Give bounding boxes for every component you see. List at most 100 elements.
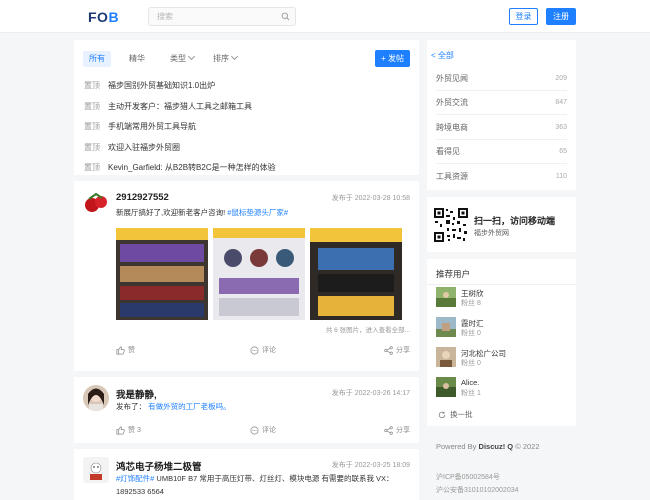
powered-prefix: Powered By (436, 442, 477, 451)
category-count: 209 (555, 75, 567, 82)
category-item[interactable]: 看得见 65 (436, 140, 567, 164)
category-item[interactable]: 外贸交流 847 (436, 91, 567, 115)
pinned-title[interactable]: 主动开发客户：福步猎人工具之邮箱工具 (108, 102, 252, 111)
comment-button[interactable]: 评论 (250, 345, 276, 355)
post-body: 新展厅搞好了,欢迎新老客户咨询! (116, 208, 228, 217)
avatar[interactable] (83, 457, 109, 483)
comment-icon (250, 426, 259, 434)
pinned-tag: 置顶 (84, 142, 100, 152)
like-button[interactable]: 赞 (116, 345, 135, 355)
share-button[interactable]: 分享 (384, 425, 410, 435)
post-topic-tag[interactable]: #鼠标垫源头厂家# (227, 208, 288, 217)
category-name: 工具资源 (436, 172, 468, 181)
category-item[interactable]: 工具资源 110 (436, 165, 567, 189)
avatar[interactable] (83, 190, 109, 216)
login-button[interactable]: 登录 (509, 8, 538, 25)
avatar[interactable] (436, 287, 456, 307)
pinned-tag: 置顶 (84, 163, 100, 173)
like-label: 赞 3 (128, 427, 141, 434)
site-logo[interactable]: FOB (88, 9, 119, 25)
category-name: 看得见 (436, 147, 460, 156)
recommended-user[interactable]: 河北松广公司 粉丝 0 (436, 347, 571, 369)
post-author[interactable]: 我是静静, (116, 387, 157, 401)
image-count[interactable]: 共 6 张图片，进入查看全部... (326, 324, 410, 334)
avatar[interactable] (436, 377, 456, 397)
post-actions: 赞 评论 分享 (116, 345, 410, 359)
refresh-users-button[interactable]: 换一批 (438, 409, 473, 420)
powered-brand[interactable]: Discuz! Q (479, 442, 514, 451)
refresh-icon (438, 411, 446, 418)
post-image[interactable] (116, 228, 208, 320)
recommended-user[interactable]: 王树欣 粉丝 8 (436, 287, 571, 309)
refresh-label: 换一批 (450, 410, 473, 419)
tab-featured[interactable]: 精华 (129, 51, 145, 67)
category-name: 外贸见闻 (436, 74, 468, 83)
comment-button[interactable]: 评论 (250, 425, 276, 435)
comment-label: 评论 (262, 347, 276, 354)
tab-all[interactable]: 所有 (83, 51, 111, 67)
search-input[interactable] (149, 8, 269, 25)
register-button[interactable]: 注册 (546, 8, 576, 25)
pinned-item[interactable]: 置顶 福步国别外贸基础知识1.0出炉 (74, 76, 419, 97)
user-fans: 粉丝 0 (461, 330, 481, 337)
post-author[interactable]: 鸿芯电子杨堆二极管 (116, 459, 202, 473)
post-image[interactable] (213, 228, 305, 320)
comment-label: 评论 (262, 427, 276, 434)
search-icon[interactable] (281, 12, 290, 21)
category-name: 外贸交流 (436, 98, 468, 107)
share-icon (384, 425, 393, 435)
recommended-user[interactable]: Alice. 粉丝 1 (436, 377, 571, 399)
feed-panel: 所有 精华 类型 排序 + 发帖 置顶 福步国别外贸基础知识1.0出炉 置顶 主动开… (74, 40, 419, 500)
category-panel: < 全部 外贸见闻 209 外贸交流 847 跨境电商 363 看得见 65 工具资源 1… (427, 40, 576, 190)
like-label: 赞 (128, 347, 135, 354)
avatar[interactable] (436, 347, 456, 367)
category-item[interactable]: 跨境电商 363 (436, 116, 567, 140)
tab-sort[interactable]: 排序 (213, 51, 239, 67)
top-bar: FOB 登录 注册 (0, 0, 650, 33)
user-name[interactable]: Alice. (461, 378, 479, 387)
recommended-title: 推荐用户 (436, 269, 471, 279)
pinned-title[interactable]: Kevin_Garfield: 从B2B转B2C是一种怎样的体验 (108, 163, 276, 172)
category-count: 363 (555, 124, 567, 131)
post-time: 发布于 2022-03-28 10:58 (331, 195, 410, 202)
new-post-button[interactable]: + 发帖 (375, 50, 410, 67)
user-fans: 粉丝 0 (461, 360, 481, 367)
chevron-down-icon (187, 52, 196, 61)
share-label: 分享 (396, 347, 410, 354)
all-categories-link[interactable]: < 全部 (431, 50, 454, 61)
powered-by: Powered By Discuz! Q © 2022 (436, 442, 540, 451)
post-link[interactable]: 有做外贸的工厂老板吗。 (148, 402, 231, 411)
pinned-title[interactable]: 手机端常用外贸工具导航 (108, 122, 196, 131)
avatar[interactable] (83, 385, 109, 411)
scan-subtitle: 福步外贸网 (474, 230, 509, 237)
chevron-down-icon (230, 52, 239, 61)
police-record[interactable]: 沪公安备31010102002034 (436, 485, 519, 495)
pinned-title[interactable]: 福步国别外贸基础知识1.0出炉 (108, 81, 215, 90)
share-button[interactable]: 分享 (384, 345, 410, 355)
tab-type[interactable]: 类型 (170, 51, 196, 67)
pinned-item[interactable]: 置顶 主动开发客户：福步猎人工具之邮箱工具 (74, 97, 419, 118)
user-fans: 粉丝 8 (461, 300, 481, 307)
pinned-title[interactable]: 欢迎入驻福步外贸圈 (108, 143, 180, 152)
filter-bar: 所有 精华 类型 排序 + 发帖 (74, 40, 419, 76)
search-box[interactable] (148, 7, 296, 26)
thumbs-up-icon (116, 426, 125, 434)
like-button[interactable]: 赞 3 (116, 425, 141, 435)
tab-type-label: 类型 (170, 54, 186, 63)
category-item[interactable]: 外贸见闻 209 (436, 67, 567, 91)
post-topic-tag[interactable]: #灯饰配件# (116, 474, 154, 483)
post-image[interactable] (310, 228, 402, 320)
powered-suffix: © 2022 (515, 442, 540, 451)
recommended-user[interactable]: 霞时汇 粉丝 0 (436, 317, 571, 339)
icp-record[interactable]: 沪ICP备05002584号 (436, 472, 500, 482)
user-fans: 粉丝 1 (461, 390, 481, 397)
divider (427, 284, 576, 285)
post-author[interactable]: 2912927552 (116, 192, 169, 203)
post-time: 发布于 2022-03-26 14:17 (331, 390, 410, 397)
pinned-item[interactable]: 置顶 欢迎入驻福步外贸圈 (74, 138, 419, 159)
pinned-item[interactable]: 置顶 手机端常用外贸工具导航 (74, 117, 419, 138)
category-count: 110 (555, 173, 567, 180)
post-body: UMB10F B7 常用于高压灯带、灯丝灯、模块电源 有需要的联系我 VX：18… (116, 474, 394, 496)
pinned-tag: 置顶 (84, 122, 100, 132)
avatar[interactable] (436, 317, 456, 337)
